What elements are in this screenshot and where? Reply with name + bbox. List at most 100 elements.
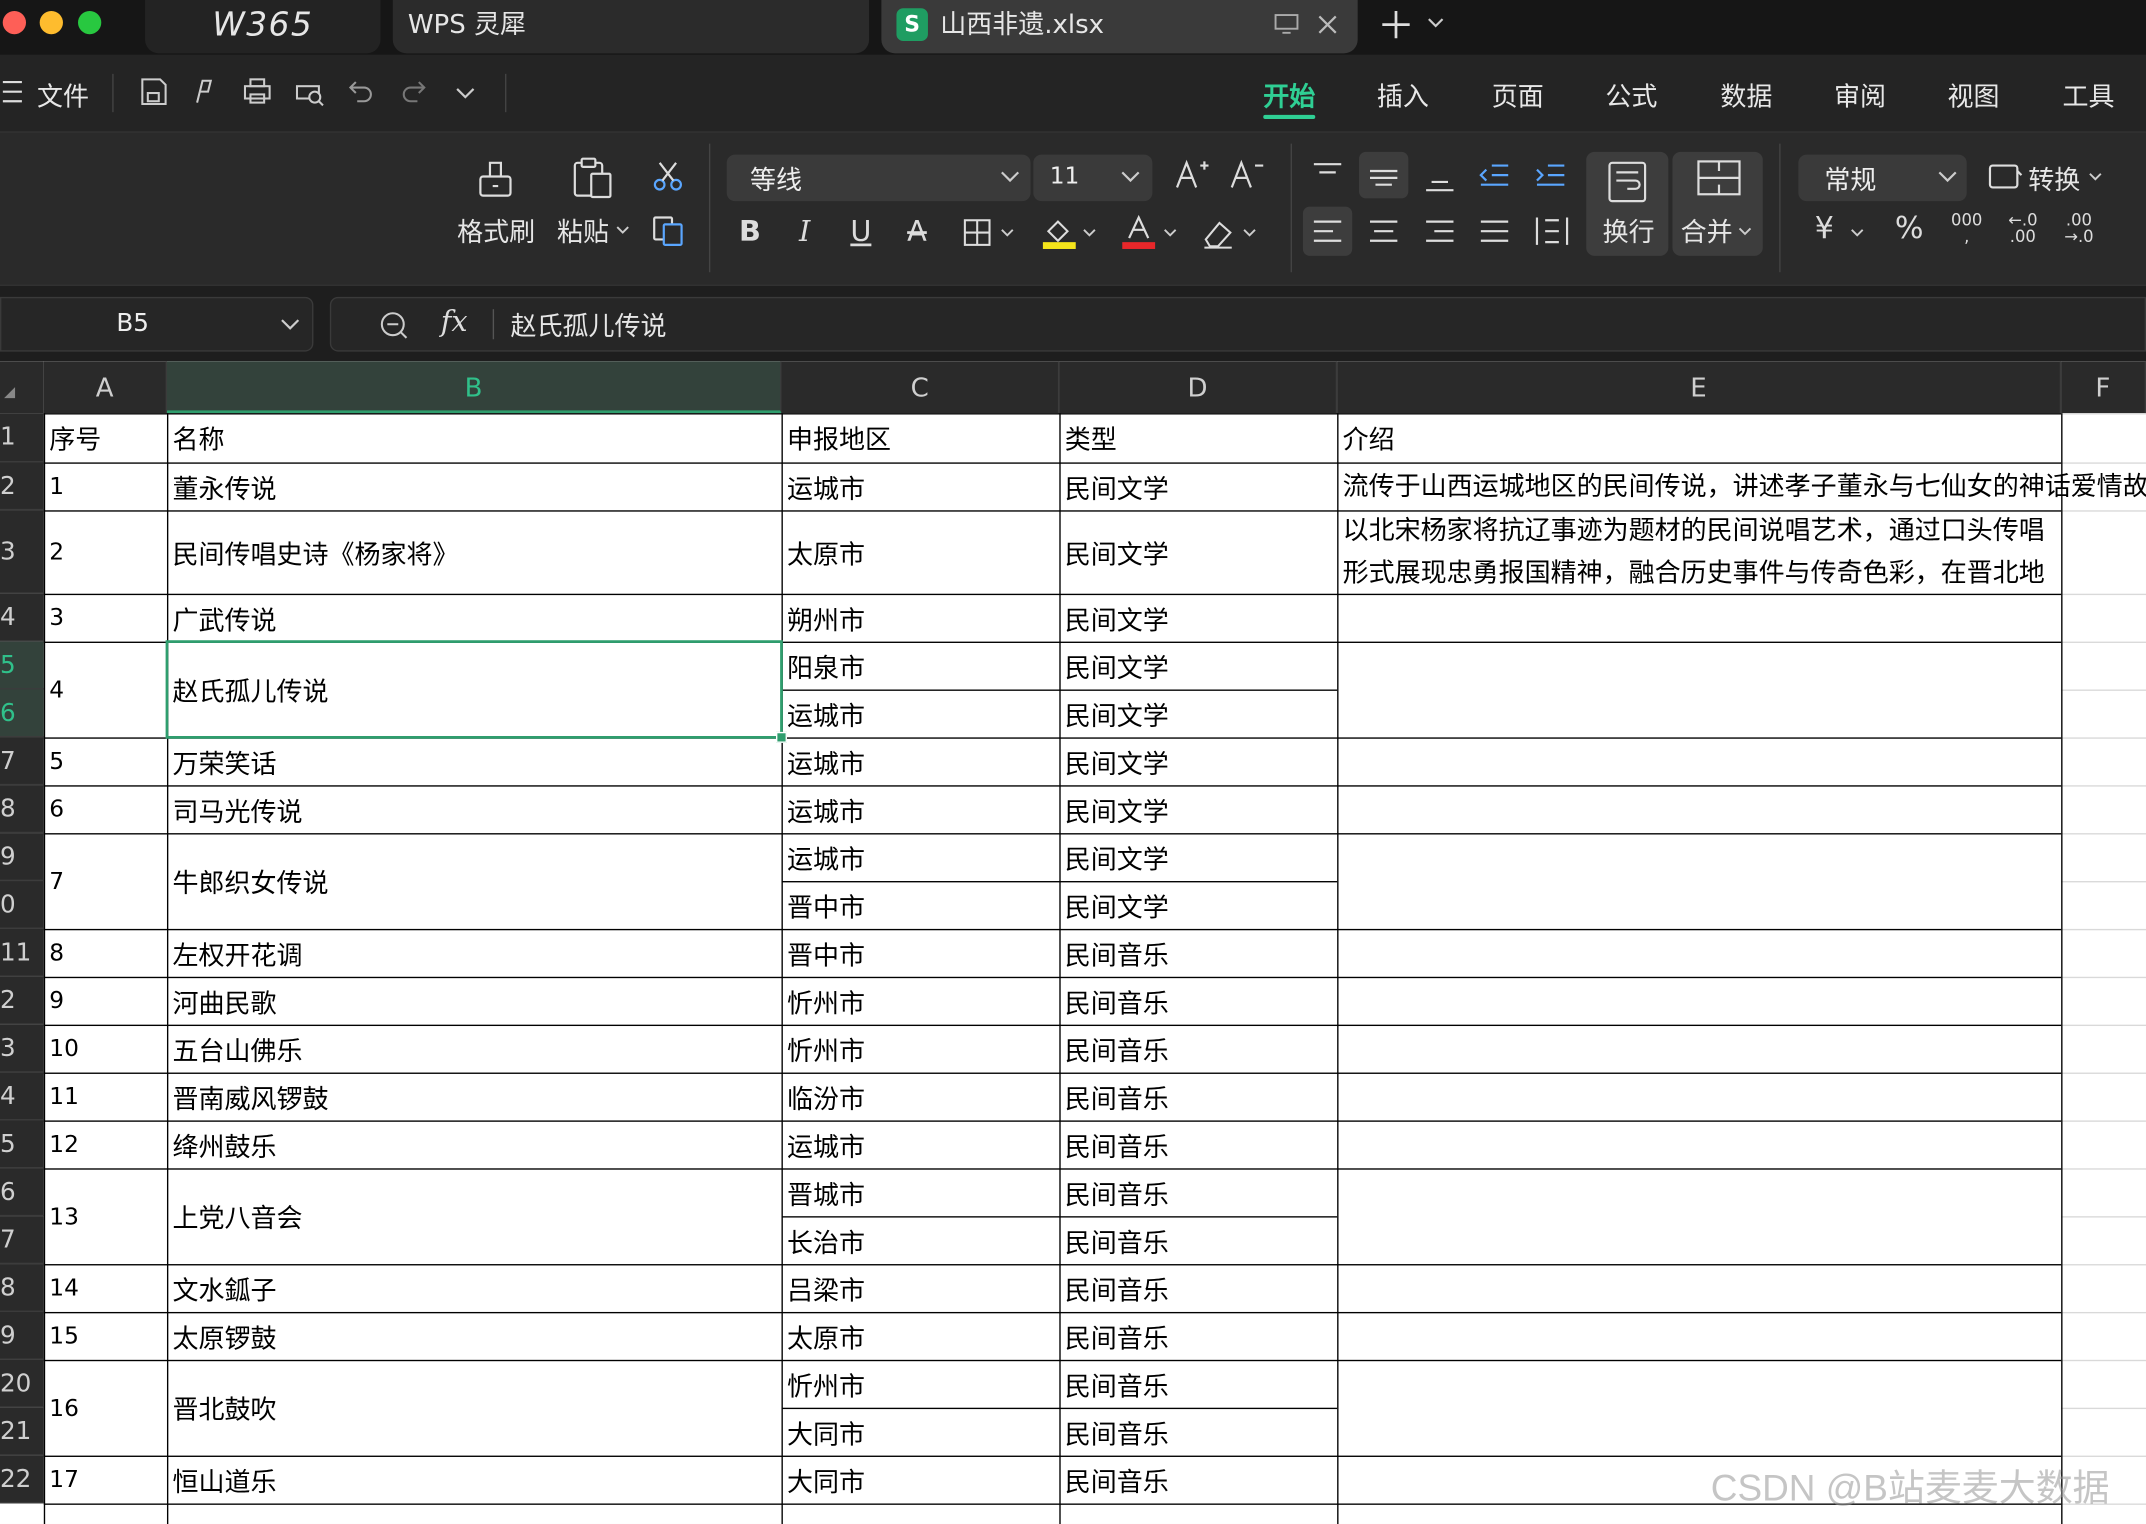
id-cell[interactable]: 17 [45,1457,167,1504]
distributed-align-icon[interactable] [1534,215,1570,248]
row-header[interactable]: 5 [0,1120,44,1169]
column-title-cell[interactable]: 类型 [1061,415,1337,463]
decrease-font-icon[interactable] [1229,157,1265,193]
region-cell[interactable]: 忻州市 [783,1026,1059,1073]
copy-icon[interactable] [651,215,684,248]
type-cell[interactable]: 民间音乐 [1061,1170,1337,1217]
underline-icon[interactable]: U [847,215,874,248]
tab-view[interactable]: 视图 [1948,77,2000,114]
zoom-formula-icon[interactable] [379,311,409,341]
decrease-indent-icon[interactable] [1478,160,1511,190]
formula-input[interactable]: fx 赵氏孤儿传说 [329,296,2146,352]
save-icon[interactable] [137,75,170,108]
row-header[interactable]: 9 [0,1311,44,1360]
column-header-b[interactable]: B [166,361,782,414]
name-cell[interactable]: 上党八音会 [168,1170,781,1264]
italic-icon[interactable]: I [791,215,818,248]
column-title-cell[interactable]: 名称 [168,415,781,463]
id-cell[interactable]: 9 [45,978,167,1025]
font-color-icon[interactable] [1121,214,1157,251]
id-cell[interactable]: 6 [45,787,167,834]
region-cell[interactable]: 忻州市 [783,978,1059,1025]
type-cell[interactable]: 民间文学 [1061,595,1337,642]
intro-cell[interactable]: 流传于山西运城地区的民间传说，讲述孝子董永与七仙女的神话爱情故 [1339,464,2146,511]
id-cell[interactable]: 1 [45,464,167,511]
name-cell[interactable]: 晋北鼓吹 [168,1361,781,1455]
align-center-icon[interactable] [1367,218,1400,245]
name-cell[interactable]: 牛郎织女传说 [168,835,781,929]
new-tab-icon[interactable] [1381,10,1411,40]
row-header[interactable]: 7 [0,1216,44,1265]
align-middle-button[interactable] [1359,151,1409,199]
increase-decimal-icon[interactable]: ←.0.00 [2004,212,2042,245]
tab-insert[interactable]: 插入 [1377,77,1429,114]
row-header[interactable]: 0 [0,881,44,929]
type-cell[interactable]: 民间文学 [1061,643,1337,690]
intro-cell[interactable] [1339,1170,2146,1264]
hamburger-menu-icon[interactable] [2,79,25,104]
column-title-cell[interactable]: 序号 [45,415,167,463]
region-cell[interactable]: 太原市 [783,1313,1059,1360]
row-header[interactable]: 20 [0,1359,44,1408]
row-header[interactable]: 4 [0,1072,44,1121]
type-cell[interactable]: 民间音乐 [1061,1074,1337,1121]
row-header[interactable]: 2 [0,976,44,1025]
paste-chevron-icon[interactable] [616,226,630,237]
tab-home[interactable]: 开始 [1263,77,1315,114]
region-cell[interactable]: 太原市 [783,512,1059,594]
region-cell[interactable]: 晋中市 [783,882,1059,929]
row-header[interactable]: 6 [0,689,44,738]
type-cell[interactable]: 民间文学 [1061,835,1337,882]
row-header[interactable]: 6 [0,1168,44,1217]
type-cell[interactable]: 民间音乐 [1061,1361,1337,1408]
row-header[interactable]: 4 [0,593,44,642]
column-header-e[interactable]: E [1337,361,2062,414]
region-cell[interactable]: 大同市 [783,1457,1059,1504]
region-cell[interactable]: 阳泉市 [783,643,1059,690]
row-header[interactable]: 11 [0,928,44,977]
intro-cell[interactable] [1339,1074,2146,1121]
monitor-icon[interactable] [1274,14,1299,36]
paste-icon[interactable] [569,155,616,202]
convert-label[interactable]: 转换 [2028,160,2080,197]
row-header[interactable]: 3 [0,1024,44,1073]
thousands-separator-icon[interactable]: 000, [1949,212,1985,245]
print-icon[interactable] [241,75,274,108]
name-cell[interactable]: 恒山道乐 [168,1457,781,1504]
strikethrough-icon[interactable]: A [903,215,930,248]
row-header[interactable]: 2 [0,462,44,511]
fx-icon[interactable]: fx [441,305,468,338]
minimize-window-button[interactable] [39,10,63,35]
bold-icon[interactable]: B [736,215,763,248]
borders-chevron-icon[interactable] [1000,228,1014,239]
type-cell[interactable]: 民间文学 [1061,739,1337,786]
percent-icon[interactable]: % [1894,212,1924,246]
wrap-text-button[interactable]: 换行 [1586,151,1669,256]
id-cell[interactable]: 3 [45,595,167,642]
type-cell[interactable]: 民间音乐 [1061,1313,1337,1360]
intro-cell[interactable] [1339,1313,2146,1360]
convert-chevron-icon[interactable] [2089,172,2103,183]
currency-chevron-icon[interactable] [1850,228,1864,239]
format-painter-icon[interactable] [474,157,518,201]
type-cell[interactable]: 民间文学 [1061,882,1337,929]
type-cell[interactable]: 民间音乐 [1061,1457,1337,1504]
intro-cell[interactable] [1339,1265,2146,1312]
fill-color-chevron-icon[interactable] [1083,228,1097,239]
row-header[interactable]: 22 [0,1455,44,1504]
font-name-dropdown[interactable]: 等线 [726,154,1031,202]
row-header[interactable]: 9 [0,833,44,882]
format-painter-label[interactable]: 格式刷 [457,212,535,249]
decrease-decimal-icon[interactable]: .00 →.0 [2060,212,2098,245]
region-cell[interactable]: 运城市 [783,691,1059,738]
name-cell[interactable]: 左权开花调 [168,930,781,977]
align-left-button[interactable] [1302,206,1353,256]
row-header[interactable]: 5 [0,641,44,690]
id-cell[interactable]: 8 [45,930,167,977]
region-cell[interactable]: 长治市 [783,1218,1059,1265]
region-cell[interactable]: 吕梁市 [783,1265,1059,1312]
column-header-a[interactable]: A [43,361,167,414]
undo-icon[interactable] [345,75,378,108]
region-cell[interactable]: 运城市 [783,1122,1059,1169]
tab-list-chevron-icon[interactable] [1427,16,1444,30]
